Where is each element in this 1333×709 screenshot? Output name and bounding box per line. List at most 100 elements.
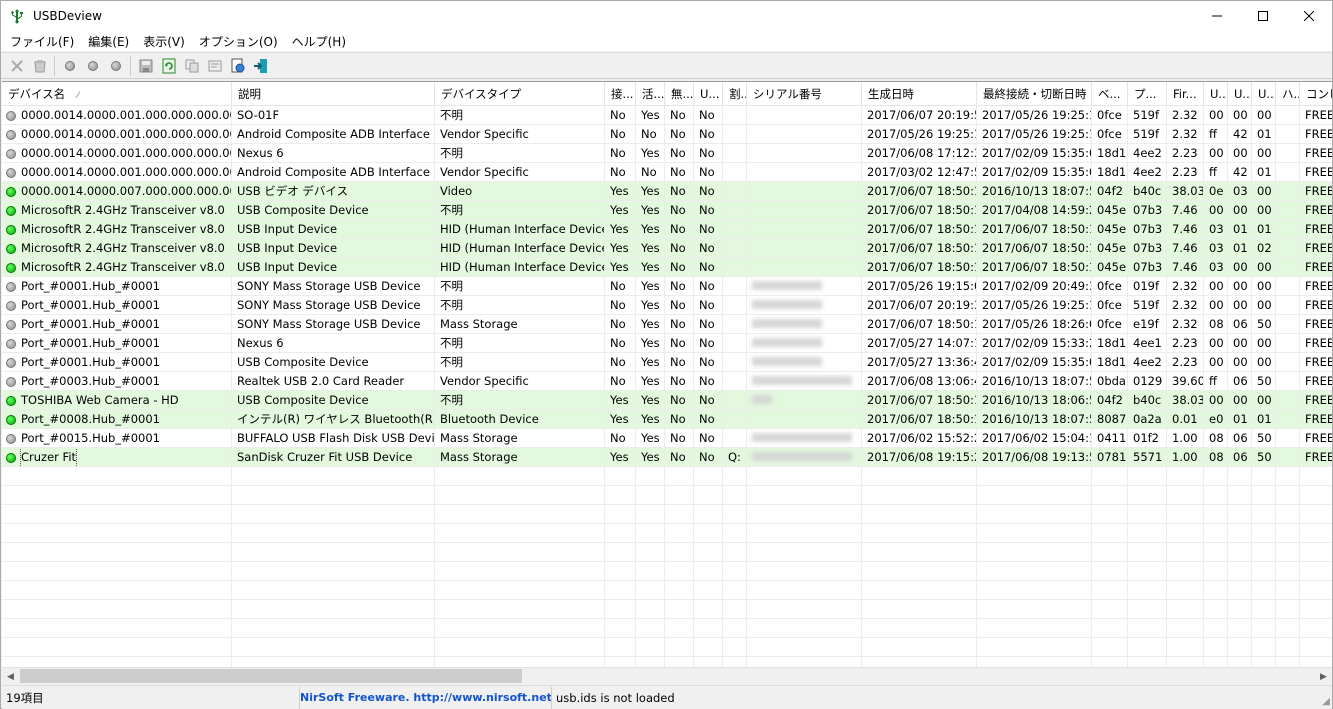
- column-header[interactable]: U...: [1228, 82, 1252, 106]
- properties-icon[interactable]: [203, 55, 226, 77]
- table-cell: SONY Mass Storage USB Device: [232, 277, 435, 296]
- table-row[interactable]: 0000.0014.0000.001.000.000.000.000.000SO…: [2, 106, 1332, 125]
- exit-icon[interactable]: [249, 55, 272, 77]
- menu-view[interactable]: 表示(V): [136, 33, 192, 50]
- device-list[interactable]: デバイス名 ⁄ 説明 デバイスタイプ 接... 活... 無... U... 割... シリアル番…: [2, 81, 1332, 667]
- table-cell: Nexus 6: [232, 334, 435, 353]
- menu-file[interactable]: ファイル(F): [3, 33, 81, 50]
- disconnect-icon[interactable]: [5, 55, 28, 77]
- menu-options[interactable]: オプション(O): [192, 33, 285, 50]
- column-header[interactable]: U...: [1204, 82, 1228, 106]
- table-row[interactable]: 0000.0014.0000.007.000.000.000.000.000US…: [2, 182, 1332, 201]
- column-header[interactable]: ベ...: [1092, 82, 1128, 106]
- empty-cell: [694, 524, 723, 543]
- table-row[interactable]: MicrosoftR 2.4GHz Transceiver v8.0 USB In…: [2, 220, 1332, 239]
- table-cell: Yes: [636, 353, 665, 372]
- column-header[interactable]: シリアル番号: [747, 82, 862, 106]
- table-row[interactable]: MicrosoftR 2.4GHz Transceiver v8.0 USB In…: [2, 239, 1332, 258]
- table-row[interactable]: 0000.0014.0000.001.000.000.000.000.000An…: [2, 125, 1332, 144]
- empty-row: [2, 562, 1332, 581]
- table-row[interactable]: MicrosoftR 2.4GHz Transceiver v8.0 USB Co…: [2, 201, 1332, 220]
- minimize-icon[interactable]: [1194, 1, 1240, 31]
- table-row[interactable]: Port_#0001.Hub_#0001 Nexus 6 不明 No Yes No No 20…: [2, 334, 1332, 353]
- column-header[interactable]: ハ...: [1276, 82, 1300, 106]
- enable-icon[interactable]: [58, 55, 81, 77]
- column-header[interactable]: プ...: [1128, 82, 1167, 106]
- table-cell: 2017/05/26 19:25:13: [977, 106, 1092, 125]
- maximize-icon[interactable]: [1240, 1, 1286, 31]
- table-row[interactable]: Port_#0001.Hub_#0001 USB Composite Device…: [2, 353, 1332, 372]
- empty-cell: [1276, 562, 1300, 581]
- empty-cell: [1228, 619, 1252, 638]
- scroll-left-icon[interactable]: ◀: [2, 668, 19, 685]
- table-cell: [723, 334, 747, 353]
- uninstall-icon[interactable]: [28, 55, 51, 77]
- scroll-right-icon[interactable]: ▶: [1315, 668, 1332, 685]
- html-report-icon[interactable]: [226, 55, 249, 77]
- blurred-serial: [752, 338, 822, 347]
- table-cell: 00: [1228, 106, 1252, 125]
- column-header[interactable]: デバイスタイプ: [435, 82, 605, 106]
- column-header[interactable]: 割...: [723, 82, 747, 106]
- table-cell: [723, 220, 747, 239]
- table-row[interactable]: TOSHIBA Web Camera - HD USB Composite Dev…: [2, 391, 1332, 410]
- scroll-thumb[interactable]: [20, 669, 522, 683]
- table-row[interactable]: Port_#0001.Hub_#0001 SONY Mass Storage US…: [2, 315, 1332, 334]
- column-header[interactable]: デバイス名 ⁄: [2, 82, 232, 106]
- table-cell: SONY Mass Storage USB Device: [232, 296, 435, 315]
- table-cell: 2017/06/07 20:19:34: [862, 296, 977, 315]
- column-header[interactable]: U...: [694, 82, 723, 106]
- empty-cell: [977, 619, 1092, 638]
- column-header[interactable]: 活...: [636, 82, 665, 106]
- horizontal-scrollbar[interactable]: ◀ ▶: [2, 667, 1332, 684]
- resize-grip-icon[interactable]: ◢: [1322, 696, 1330, 707]
- empty-cell: [694, 562, 723, 581]
- table-row[interactable]: 0000.0014.0000.001.000.000.000.000.000An…: [2, 163, 1332, 182]
- menu-edit[interactable]: 編集(E): [81, 33, 136, 50]
- column-header[interactable]: U...: [1252, 82, 1276, 106]
- table-row[interactable]: Cruzer Fit SanDisk Cruzer Fit USB Device M…: [2, 448, 1332, 467]
- refresh-icon[interactable]: [157, 55, 180, 77]
- copy-icon[interactable]: [180, 55, 203, 77]
- empty-cell: [232, 543, 435, 562]
- table-row[interactable]: MicrosoftR 2.4GHz Transceiver v8.0 USB In…: [2, 258, 1332, 277]
- table-cell: FREE: [1300, 391, 1332, 410]
- empty-cell: [1167, 581, 1204, 600]
- empty-cell: [1300, 524, 1332, 543]
- table-row[interactable]: 0000.0014.0000.001.000.000.000.000.000Ne…: [2, 144, 1332, 163]
- table-row[interactable]: Port_#0001.Hub_#0001 SONY Mass Storage US…: [2, 277, 1332, 296]
- table-cell: 00: [1204, 353, 1228, 372]
- table-cell: Nexus 6: [232, 144, 435, 163]
- table-row[interactable]: Port_#0008.Hub_#0001 インテル(R) ワイヤレス Blueto…: [2, 410, 1332, 429]
- title-bar[interactable]: USBDeview: [1, 1, 1332, 31]
- column-header[interactable]: 最終接続・切断日時: [977, 82, 1092, 106]
- empty-cell: [1228, 467, 1252, 486]
- column-header[interactable]: 無...: [665, 82, 694, 106]
- table-cell: No: [665, 296, 694, 315]
- empty-cell: [232, 486, 435, 505]
- nirsoft-link[interactable]: NirSoft Freeware. http://www.nirsoft.net: [300, 686, 552, 709]
- column-header[interactable]: コンピ: [1300, 82, 1332, 106]
- column-header[interactable]: 説明: [232, 82, 435, 106]
- table-row[interactable]: Port_#0003.Hub_#0001 Realtek USB 2.0 Card…: [2, 372, 1332, 391]
- table-cell: No: [605, 315, 636, 334]
- column-header[interactable]: 生成日時: [862, 82, 977, 106]
- table-cell: Port_#0001.Hub_#0001: [2, 334, 232, 353]
- close-icon[interactable]: [1286, 1, 1332, 31]
- save-icon[interactable]: [134, 55, 157, 77]
- empty-cell: [862, 562, 977, 581]
- table-row[interactable]: Port_#0001.Hub_#0001 SONY Mass Storage US…: [2, 296, 1332, 315]
- empty-cell: [1276, 600, 1300, 619]
- connected-status-icon: [6, 414, 16, 425]
- empty-cell: [1092, 600, 1128, 619]
- column-header[interactable]: 接...: [605, 82, 636, 106]
- table-row[interactable]: Port_#0015.Hub_#0001 BUFFALO USB Flash Di…: [2, 429, 1332, 448]
- disable-icon[interactable]: [81, 55, 104, 77]
- toggle-icon[interactable]: [104, 55, 127, 77]
- table-cell: Realtek USB 2.0 Card Reader: [232, 372, 435, 391]
- empty-cell: [605, 638, 636, 657]
- menu-help[interactable]: ヘルプ(H): [285, 33, 353, 50]
- empty-cell: [1092, 505, 1128, 524]
- table-cell: 2.32: [1167, 125, 1204, 144]
- column-header[interactable]: Fir...: [1167, 82, 1204, 106]
